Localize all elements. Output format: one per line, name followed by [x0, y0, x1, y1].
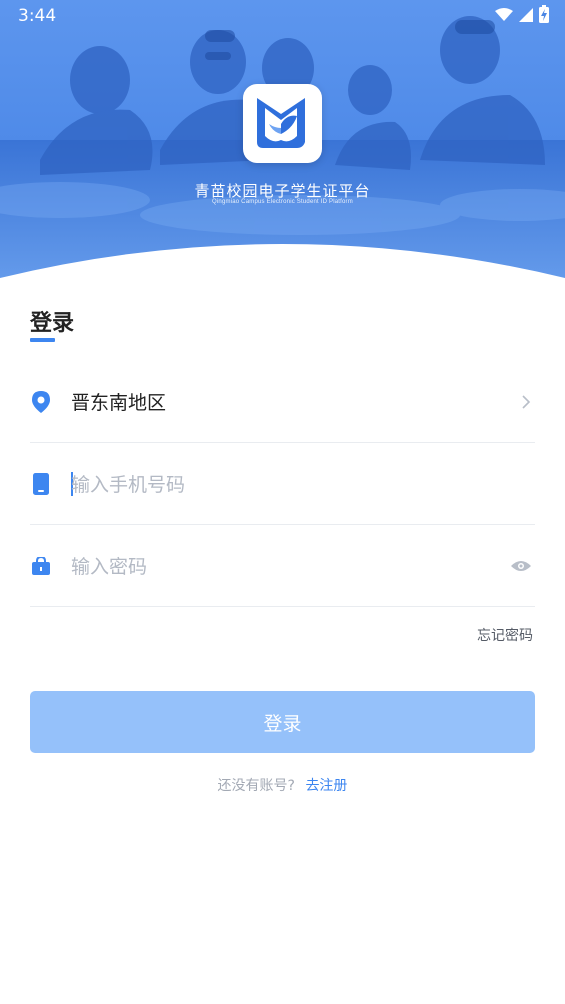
phone-icon	[31, 472, 51, 495]
login-title: 登录	[30, 311, 75, 336]
signal-icon	[519, 7, 533, 26]
status-time: 3:44	[18, 6, 57, 26]
register-link[interactable]: 去注册	[305, 778, 347, 794]
password-input[interactable]: 输入密码	[71, 552, 147, 579]
chevron-right-icon	[521, 394, 531, 410]
no-account-text: 还没有账号?	[217, 778, 295, 794]
status-bar: 3:44	[0, 0, 565, 32]
brand-name: 青苗校园电子学生证平台	[194, 182, 371, 200]
lock-icon	[31, 555, 51, 577]
register-prompt: 还没有账号? 去注册	[0, 775, 565, 795]
eye-icon[interactable]	[511, 560, 531, 572]
brand-name-en: Qingmiao Campus Electronic Student ID Pl…	[212, 199, 353, 205]
forgot-password-link[interactable]: 忘记密码	[477, 625, 533, 645]
title-underline	[30, 338, 55, 342]
login-button[interactable]: 登录	[30, 691, 535, 753]
region-value: 晋东南地区	[71, 392, 167, 414]
location-pin-icon	[31, 390, 51, 413]
password-field[interactable]: 输入密码	[30, 525, 535, 607]
phone-field[interactable]: 输入手机号码	[30, 443, 535, 525]
wifi-icon	[495, 7, 513, 26]
region-selector[interactable]: 晋东南地区	[30, 361, 535, 443]
app-logo	[243, 84, 322, 163]
battery-charging-icon	[539, 5, 549, 27]
phone-input[interactable]: 输入手机号码	[71, 470, 185, 497]
